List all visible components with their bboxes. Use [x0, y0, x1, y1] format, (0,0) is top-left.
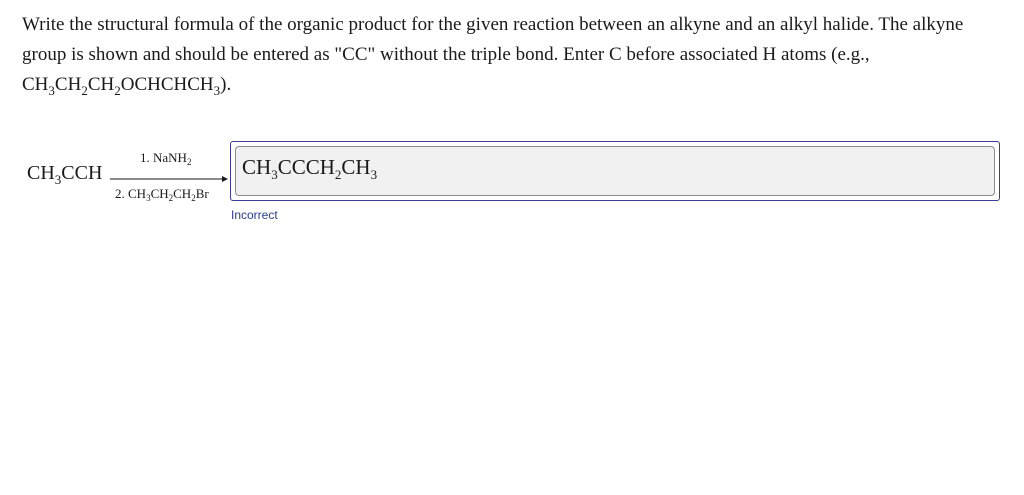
reagent-part: CH — [173, 186, 192, 201]
reagent-part: 2. CH — [115, 186, 147, 201]
reagent-part: CH — [150, 186, 169, 201]
answer-status: Incorrect — [231, 208, 278, 222]
reagent-part: Br — [195, 186, 209, 201]
example-part: CH — [54, 74, 82, 95]
question-line-2: group is shown and should be entered as … — [22, 44, 870, 65]
answer-subscript: 3 — [370, 167, 378, 182]
question-line-1: Write the structural formula of the orga… — [22, 14, 964, 35]
reagent-step-2: 2. CH3CH2CH2Br — [115, 186, 209, 203]
reagent-step-1: 1. NaNH2 — [140, 150, 192, 167]
question-text: Write the structural formula of the orga… — [22, 10, 1012, 100]
example-part: OCHCHCH — [120, 74, 214, 95]
reactant-part: CH — [27, 162, 55, 184]
answer-value: CH3CCCH2CH3 — [242, 155, 378, 182]
reagent-part: 1. NaNH — [140, 150, 187, 165]
reagent-subscript: 2 — [186, 157, 192, 167]
reactant-part: CCH — [61, 162, 103, 184]
example-part: CH — [22, 74, 49, 95]
reaction-arrow-group: 1. NaNH2 2. CH3CH2CH2Br — [110, 146, 228, 206]
reactant-formula: CH3CCH — [27, 160, 102, 186]
example-part: ). — [220, 74, 232, 95]
answer-input[interactable]: CH3CCCH2CH3 — [235, 146, 995, 196]
answer-field-frame: CH3CCCH2CH3 — [230, 141, 1000, 201]
example-part: CH — [87, 74, 115, 95]
reaction-arrow-icon — [110, 176, 228, 182]
example-formula: CH3CH2CH2OCHCHCH3). — [22, 74, 232, 97]
answer-part: CH — [242, 155, 272, 179]
answer-part: CH — [341, 155, 371, 179]
answer-part: CCCH — [277, 155, 335, 179]
